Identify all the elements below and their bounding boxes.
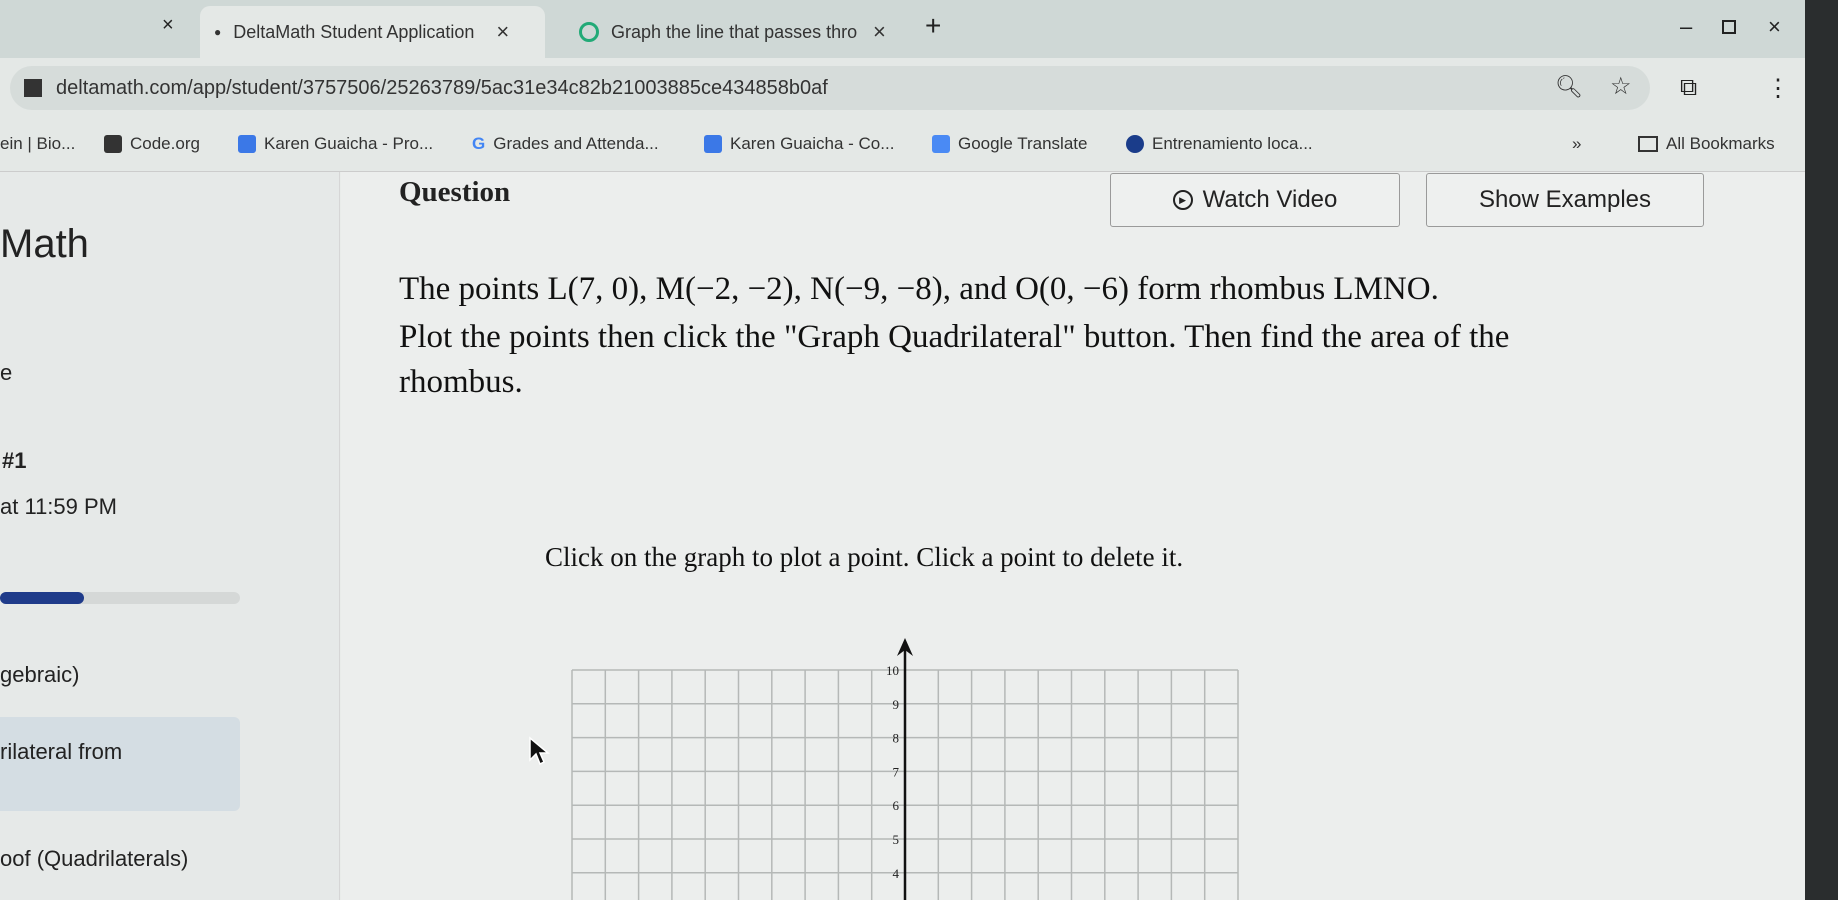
question-label: Question	[399, 176, 511, 208]
translate-icon	[932, 135, 950, 153]
button-label: Show Examples	[1478, 186, 1652, 213]
question-text: The points L(7, 0), M(−2, −2), N(−9, −8)…	[399, 271, 1439, 307]
sidebar-item-selected[interactable]: rilateral from	[0, 717, 240, 811]
code-org-icon	[104, 135, 122, 153]
google-icon: G	[472, 134, 486, 153]
sidebar-item[interactable]: gebraic)	[0, 662, 79, 688]
bookmarks-bar: ein | Bio... Code.org Karen Guaicha - Pr…	[0, 116, 1805, 172]
play-icon: ▶	[1172, 190, 1193, 210]
favicon-icon	[579, 22, 599, 42]
bookmark-star-icon[interactable]: ☆	[1610, 72, 1632, 101]
sidebar-item[interactable]: e	[0, 360, 12, 386]
site-info-icon[interactable]	[24, 79, 42, 97]
sidebar-item[interactable]: oof (Quadrilaterals)	[0, 846, 188, 872]
new-tab-button[interactable]: +	[925, 10, 941, 42]
y-tick-label: 5	[893, 832, 900, 847]
tab-strip: × ● DeltaMath Student Application × Grap…	[0, 0, 1805, 58]
bookmark[interactable]: Entrenamiento loca...	[1126, 134, 1313, 154]
y-tick-label: 9	[893, 697, 900, 712]
close-window-icon[interactable]: ×	[1768, 14, 1781, 40]
bookmark[interactable]: ein | Bio...	[0, 134, 75, 154]
favicon-icon: ●	[214, 25, 222, 39]
close-tab-icon[interactable]: ×	[496, 19, 509, 45]
bookmark-label: Entrenamiento loca...	[1152, 134, 1313, 153]
globe-icon	[1126, 135, 1144, 153]
maximize-icon[interactable]	[1722, 20, 1736, 34]
all-bookmarks[interactable]: All Bookmarks	[1638, 134, 1775, 154]
bookmark-label: Code.org	[130, 134, 200, 153]
button-label: Watch Video	[1202, 186, 1338, 213]
docs-icon	[238, 135, 256, 153]
show-examples-button[interactable]: Show Examples	[1426, 173, 1704, 227]
y-tick-label: 4	[893, 866, 900, 881]
sidebar-title: Math	[0, 222, 89, 266]
bookmark-label: Google Translate	[958, 134, 1088, 153]
y-tick-label: 8	[893, 731, 900, 746]
question-text: Plot the points then click the "Graph Qu…	[399, 319, 1510, 355]
instruction-text: Click on the graph to plot a point. Clic…	[545, 542, 1184, 572]
more-bookmarks-button[interactable]: »	[1572, 134, 1581, 154]
folder-icon	[1638, 136, 1658, 152]
watch-video-button[interactable]: ▶ Watch Video	[1110, 173, 1400, 227]
y-tick-label: 6	[893, 798, 900, 813]
progress-bar	[0, 592, 240, 604]
address-bar[interactable]: deltamath.com/app/student/3757506/252637…	[10, 66, 1650, 110]
tab-graph-line[interactable]: Graph the line that passes thro ×	[565, 6, 905, 58]
menu-icon[interactable]: ⋮	[1766, 74, 1790, 103]
question-text: rhombus.	[399, 364, 523, 400]
tab-label: DeltaMath Student Application	[233, 21, 475, 42]
scrollbar[interactable]	[1805, 0, 1838, 900]
bookmark[interactable]: Google Translate	[932, 134, 1087, 154]
zoom-icon[interactable]: 🔍︎	[1555, 74, 1583, 100]
y-tick-label: 7	[893, 764, 900, 779]
extensions-icon[interactable]: ⧉	[1680, 74, 1697, 102]
close-tab-icon[interactable]: ×	[873, 19, 886, 45]
bookmark-label: Karen Guaicha - Co...	[730, 134, 895, 153]
bookmark[interactable]: Code.org	[104, 134, 200, 154]
progress-fill	[0, 592, 84, 604]
bookmark-label: All Bookmarks	[1666, 134, 1775, 153]
minimize-icon[interactable]: –	[1680, 14, 1692, 40]
url-text: deltamath.com/app/student/3757506/252637…	[56, 76, 828, 99]
coordinate-graph[interactable]: 10 9 8 7 6 5 4	[560, 630, 1250, 900]
tab-label: Graph the line that passes thro	[611, 21, 858, 42]
bookmark[interactable]: Karen Guaicha - Pro...	[238, 134, 433, 154]
tab-deltamath[interactable]: ● DeltaMath Student Application ×	[200, 6, 545, 58]
y-tick-label: 10	[886, 663, 899, 678]
mouse-cursor-icon	[529, 736, 550, 766]
bookmark-label: ein | Bio...	[0, 134, 76, 153]
docs-icon	[704, 135, 722, 153]
bookmark-label: Karen Guaicha - Pro...	[264, 134, 434, 153]
sidebar-item-label: rilateral from	[0, 739, 123, 764]
bookmark[interactable]: Karen Guaicha - Co...	[704, 134, 894, 154]
bookmark-label: Grades and Attenda...	[493, 134, 659, 153]
due-time: at 11:59 PM	[0, 494, 117, 519]
bookmark[interactable]: G Grades and Attenda...	[472, 134, 659, 154]
close-tab-icon[interactable]: ×	[162, 14, 174, 37]
assignment-number: #1	[2, 448, 27, 473]
